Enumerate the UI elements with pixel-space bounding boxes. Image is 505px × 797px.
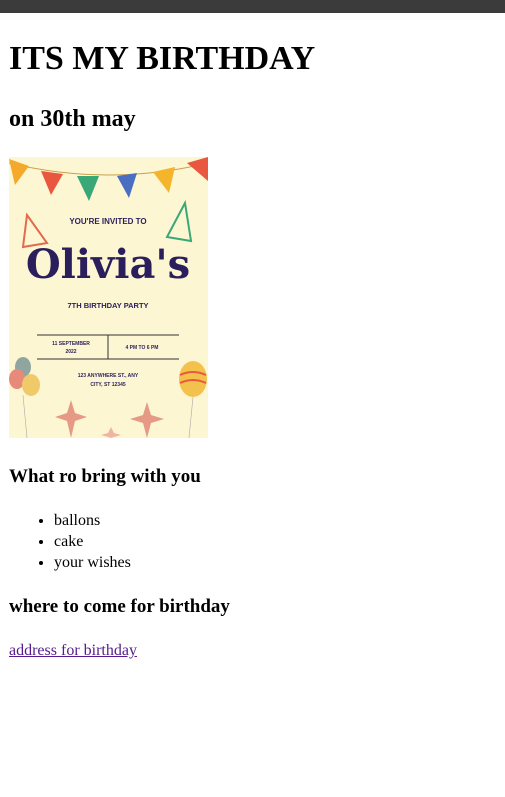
list-item: your wishes <box>54 552 131 573</box>
page-subtitle: on 30th may <box>9 106 136 132</box>
bring-heading: What ro bring with you <box>9 466 201 487</box>
invite-date-line1: 11 SEPTEMBER <box>52 341 90 347</box>
list-item: ballons <box>54 510 131 531</box>
invite-date-line2: 2022 <box>65 349 76 355</box>
page-title: ITS MY BIRTHDAY <box>9 40 316 77</box>
invite-address-line2: CITY, ST 12345 <box>90 382 126 388</box>
address-link[interactable]: address for birthday <box>9 640 137 661</box>
browser-top-bar <box>0 0 505 13</box>
invite-address-line1: 123 ANYWHERE ST., ANY <box>78 373 139 379</box>
bring-list: ballons cake your wishes <box>9 510 131 573</box>
list-item: cake <box>54 531 131 552</box>
invite-line1: YOU'RE INVITED TO <box>69 217 146 226</box>
invite-time: 4 PM TO 6 PM <box>126 345 159 351</box>
invite-party: 7TH BIRTHDAY PARTY <box>67 301 148 310</box>
invite-name: Olivia's <box>26 241 190 288</box>
birthday-invitation-image: YOU'RE INVITED TO Olivia's 7TH BIRTHDAY … <box>9 157 208 438</box>
where-heading: where to come for birthday <box>9 596 230 617</box>
